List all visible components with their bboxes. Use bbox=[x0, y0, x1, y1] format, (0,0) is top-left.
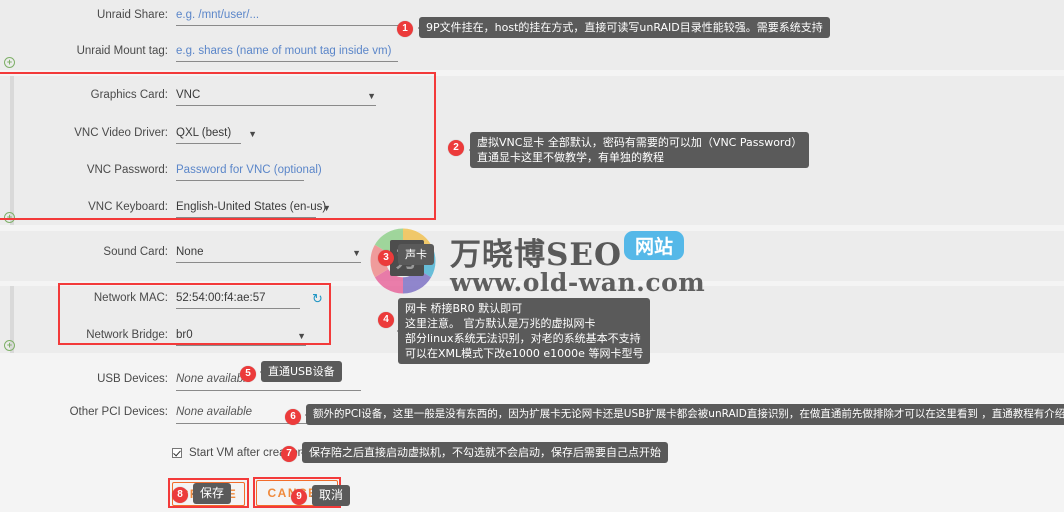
annotation-tip-8-line-1: 保存 bbox=[200, 486, 225, 500]
watermark-badge: 网站 bbox=[624, 231, 685, 260]
annotation-tip-4-line-4: 可以在XML模式下改e1000 e1000e 等网卡型号 bbox=[405, 347, 644, 360]
annotation-badge-5: 5 bbox=[240, 366, 256, 382]
annotation-tip-5-line-1: 直通USB设备 bbox=[268, 365, 335, 378]
input-unraid-mount-tag[interactable]: e.g. shares (name of mount tag inside vm… bbox=[176, 44, 398, 58]
annotation-badge-9: 9 bbox=[291, 489, 307, 505]
annotation-tip-2-line-1: 虚拟VNC显卡 全部默认，密码有需要的可以加（VNC Password） bbox=[477, 136, 803, 149]
annotation-tip-2: 虚拟VNC显卡 全部默认，密码有需要的可以加（VNC Password） 直通显… bbox=[468, 132, 810, 168]
annotation-tip-9-line-1: 取消 bbox=[319, 488, 344, 502]
label-unraid-share: Unraid Share: bbox=[97, 9, 168, 21]
underline-unraid-mount-tag bbox=[176, 61, 398, 62]
annotation-tip-6-line-1: 额外的PCI设备，这里一般是没有东西的，因为扩展卡无论网卡还是USB扩展卡都会被… bbox=[313, 408, 1064, 420]
annotation-tip-8: 保存 bbox=[191, 483, 232, 504]
annotation-tip-4-line-1: 网卡 桥接BR0 默认即可 bbox=[405, 302, 523, 315]
annotation-badge-6: 6 bbox=[285, 409, 301, 425]
row-sound-card: Sound Card: None ▼ bbox=[0, 245, 400, 263]
annotation-badge-7: 7 bbox=[281, 446, 297, 462]
label-usb-devices: USB Devices: bbox=[97, 373, 168, 385]
annotation-badge-1: 1 bbox=[397, 21, 413, 37]
highlight-box-network-section bbox=[58, 283, 331, 345]
underline-unraid-share bbox=[176, 25, 398, 26]
checkbox-start-vm[interactable] bbox=[172, 448, 182, 458]
annotation-tip-7: 保存陪之后直接启动虚拟机，不勾选就不会启动，保存后需要自己点开始 bbox=[301, 442, 668, 463]
annotation-tip-3: 声卡 bbox=[397, 244, 434, 265]
annotation-tip-4: 网卡 桥接BR0 默认即可 这里注意。 官方默认是万兆的虚拟网卡 部分linux… bbox=[396, 298, 651, 364]
value-sound-card: None bbox=[176, 246, 204, 258]
label-sound-card: Sound Card: bbox=[103, 246, 168, 258]
annotation-tip-9: 取消 bbox=[310, 485, 351, 506]
annotation-tip-3-line-1: 声卡 bbox=[405, 248, 427, 261]
annotation-tip-6: 额外的PCI设备，这里一般是没有东西的，因为扩展卡无论网卡还是USB扩展卡都会被… bbox=[304, 404, 1064, 425]
annotation-tip-7-line-1: 保存陪之后直接启动虚拟机，不勾选就不会启动，保存后需要自己点开始 bbox=[309, 446, 661, 459]
annotation-tip-1: 9P文件挂在，host的挂在方式，直接可读写unRAID目录性能较强。需要系统支… bbox=[418, 17, 830, 38]
annotation-tip-5: 直通USB设备 bbox=[260, 361, 342, 382]
row-unraid-mount-tag: Unraid Mount tag: e.g. shares (name of m… bbox=[0, 44, 400, 62]
field-unraid-share[interactable]: e.g. /mnt/user/... bbox=[176, 8, 398, 26]
chevron-down-icon[interactable]: ▼ bbox=[352, 249, 361, 258]
annotation-badge-2: 2 bbox=[448, 140, 464, 156]
label-unraid-mount-tag: Unraid Mount tag: bbox=[76, 45, 168, 57]
annotation-tip-2-line-2: 直通显卡这里不做教学，有单独的教程 bbox=[477, 151, 664, 164]
input-unraid-share[interactable]: e.g. /mnt/user/... bbox=[176, 8, 398, 22]
underline-network-bridge bbox=[176, 345, 306, 346]
highlight-box-vnc-section bbox=[0, 72, 436, 220]
annotation-tip-4-line-2: 这里注意。 官方默认是万兆的虚拟网卡 bbox=[405, 317, 596, 330]
select-sound-card[interactable]: None ▼ bbox=[176, 245, 361, 263]
field-unraid-mount-tag[interactable]: e.g. shares (name of mount tag inside vm… bbox=[176, 44, 398, 62]
annotation-tip-1-line-1: 9P文件挂在，host的挂在方式，直接可读写unRAID目录性能较强。需要系统支… bbox=[426, 21, 823, 34]
annotation-badge-4: 4 bbox=[378, 312, 394, 328]
annotation-tip-4-line-3: 部分linux系统无法识别，对老的系统基本不支持 bbox=[405, 332, 641, 345]
label-other-pci-devices: Other PCI Devices: bbox=[69, 406, 168, 418]
underline-sound-card bbox=[176, 262, 361, 263]
annotation-badge-3: 3 bbox=[378, 250, 394, 266]
row-unraid-share: Unraid Share: e.g. /mnt/user/... bbox=[0, 8, 400, 26]
underline-usb-devices bbox=[176, 390, 361, 391]
watermark-url: www.old-wan.com bbox=[450, 268, 706, 297]
annotation-badge-8: 8 bbox=[172, 487, 188, 503]
